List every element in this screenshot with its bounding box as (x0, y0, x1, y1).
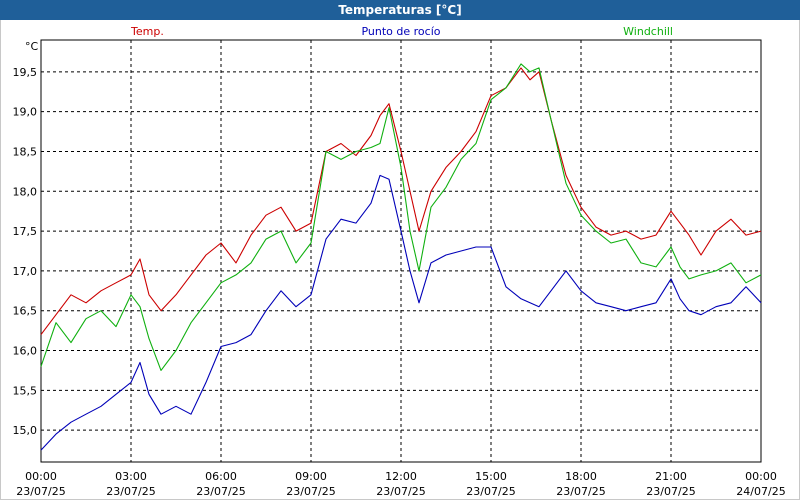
x-tick-time: 18:00 (565, 470, 597, 483)
y-tick-label: 15,0 (13, 424, 38, 437)
x-tick-time: 15:00 (475, 470, 507, 483)
x-tick-date: 23/07/25 (556, 485, 605, 498)
x-tick-date: 23/07/25 (376, 485, 425, 498)
legend-entry: Temp. (130, 25, 164, 38)
x-tick-time: 06:00 (205, 470, 237, 483)
legend: Temp. Punto de rocío Windchill (130, 25, 673, 38)
legend-entry: Windchill (623, 25, 673, 38)
y-tick-label: 19,5 (13, 66, 38, 79)
y-tick-label: 19,0 (13, 106, 38, 119)
chart-canvas: 15,0 15,5 16,0 16,5 17,0 17,5 18,0 18,5 19,0 19,5… (0, 20, 800, 500)
x-tick-time: 00:00 (25, 470, 57, 483)
y-tick-labels: 15,0 15,5 16,0 16,5 17,0 17,5 18,0 18,5 19,0 19,5 (13, 66, 38, 437)
y-tick-label: 18,5 (13, 145, 38, 158)
x-tick-date: 23/07/25 (286, 485, 335, 498)
x-tick-date: 23/07/25 (16, 485, 65, 498)
x-tick-time: 03:00 (115, 470, 147, 483)
x-tick-date: 23/07/25 (196, 485, 245, 498)
y-tick-label: 16,0 (13, 345, 38, 358)
y-tick-label: 16,5 (13, 305, 38, 318)
grid-lines (41, 40, 761, 462)
x-tick-time: 00:00 (745, 470, 777, 483)
x-tick-date: 23/07/25 (106, 485, 155, 498)
legend-entry: Punto de rocío (361, 25, 440, 38)
y-tick-label: 15,5 (13, 384, 38, 397)
x-tick-labels: 00:00 23/07/25 03:00 23/07/25 06:00 23/07/25 0… (16, 470, 785, 498)
temperature-chart: 15,0 15,5 16,0 16,5 17,0 17,5 18,0 18,5 19,0 19,5… (13, 25, 786, 498)
y-tick-label: 17,5 (13, 225, 38, 238)
x-tick-time: 12:00 (385, 470, 417, 483)
x-tick-time: 09:00 (295, 470, 327, 483)
x-tick-date: 23/07/25 (646, 485, 695, 498)
y-tick-label: 18,0 (13, 185, 38, 198)
y-axis-unit: °C (25, 40, 39, 53)
x-tick-date: 24/07/25 (736, 485, 785, 498)
y-tick-label: 17,0 (13, 265, 38, 278)
x-tick-time: 21:00 (655, 470, 687, 483)
chart-title: Temperaturas [°C] (0, 0, 800, 20)
x-tick-date: 23/07/25 (466, 485, 515, 498)
